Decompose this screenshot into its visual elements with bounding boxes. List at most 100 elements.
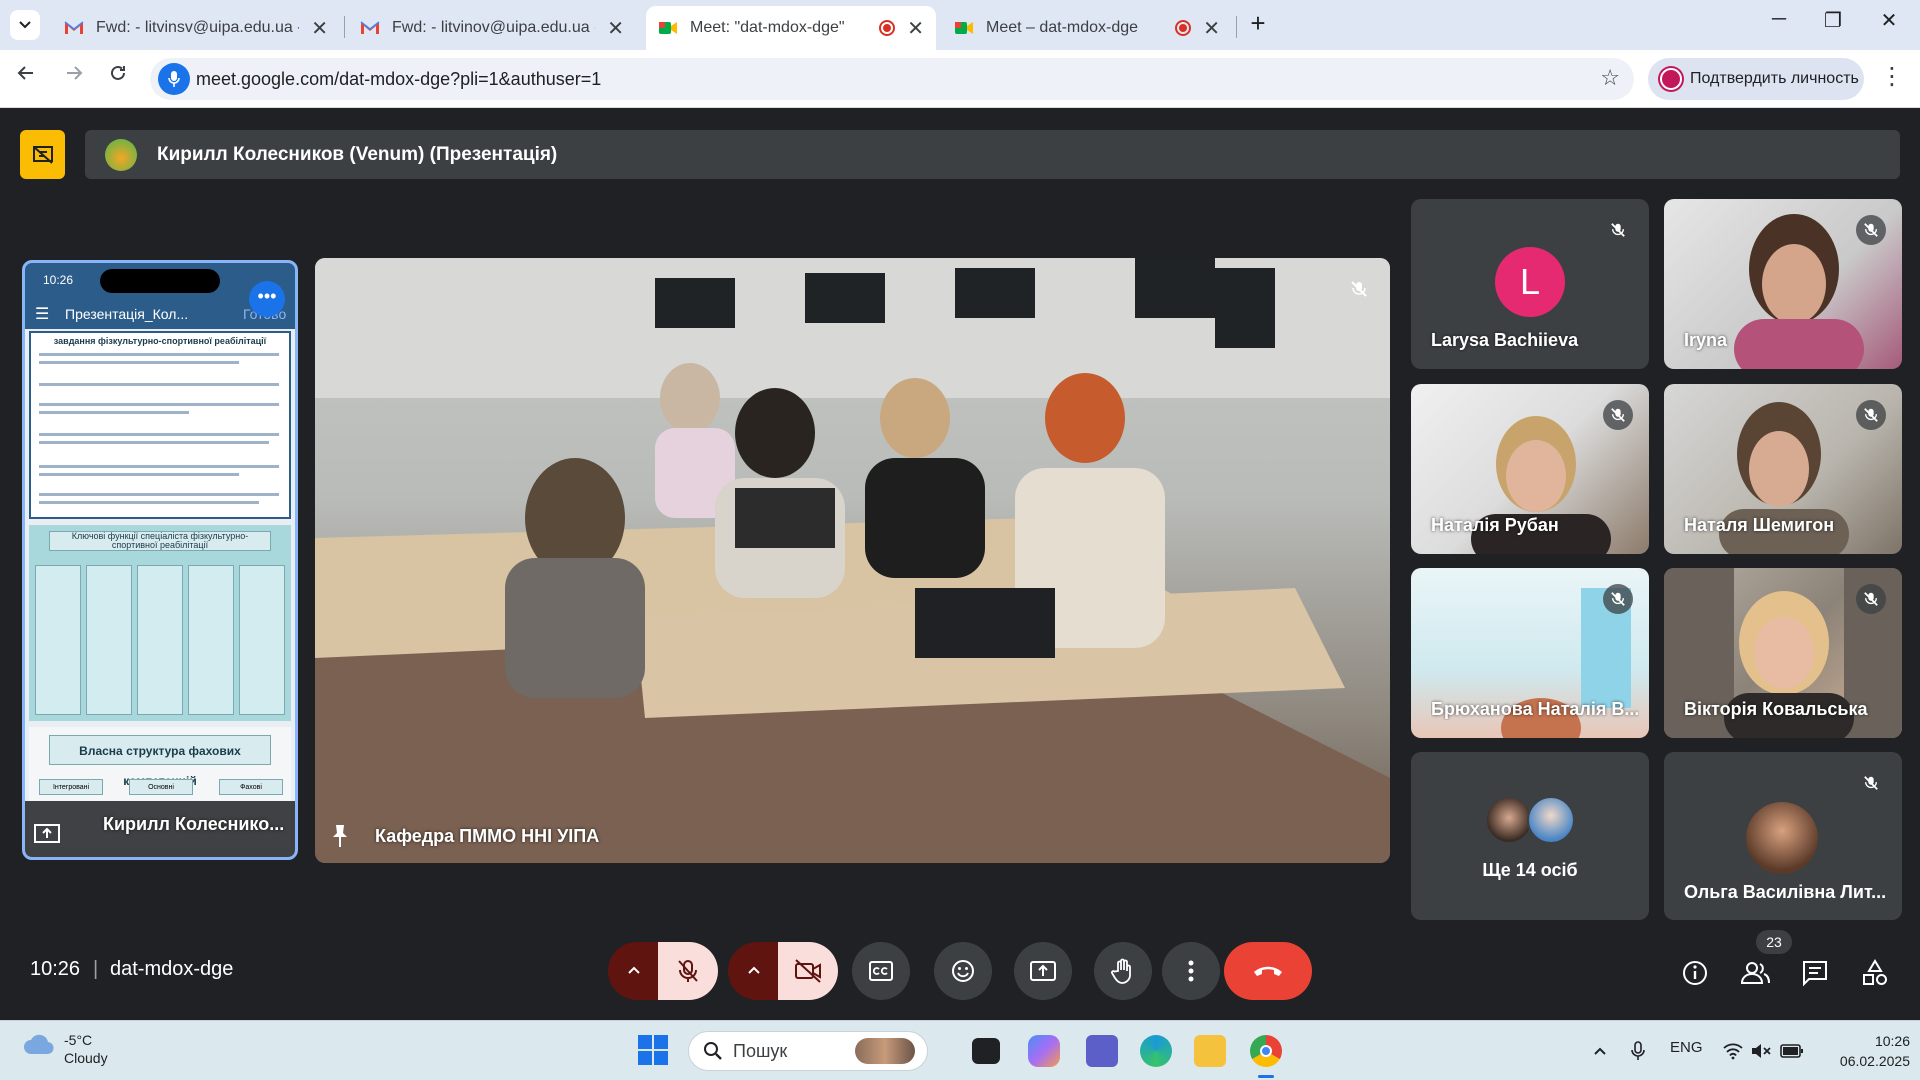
gmail-icon [64, 21, 84, 34]
minimize-button[interactable]: ─ [1756, 8, 1802, 31]
slide-1: завдання фізкультурно-спортивної реабілі… [29, 331, 291, 519]
meeting-code: dat-mdox-dge [110, 958, 234, 980]
language-indicator[interactable]: ENG [1670, 1039, 1703, 1056]
mic-off-icon [678, 960, 698, 982]
people-button[interactable] [1737, 955, 1773, 991]
browser-menu-icon[interactable]: ⋮ [1880, 62, 1904, 91]
meeting-details-button[interactable] [1677, 955, 1713, 991]
forward-button[interactable] [56, 62, 92, 90]
mic-off-icon [1856, 768, 1886, 798]
captions-button[interactable] [852, 942, 910, 1000]
tab-meet-active[interactable]: Meet: "dat-mdox-dge" ✕ [646, 6, 936, 50]
back-button[interactable] [8, 62, 44, 90]
tab-title: Fwd: - litvinov@uipa.edu.ua - П [392, 19, 596, 36]
chevron-up-icon[interactable] [1592, 1043, 1608, 1059]
site-info-button[interactable] [158, 63, 190, 95]
slide-1-heading: завдання фізкультурно-спортивної реабілі… [53, 336, 267, 346]
participant-tile-natalia-shemyhon[interactable]: Наталя Шемигон [1664, 384, 1902, 554]
wifi-icon[interactable] [1722, 1042, 1744, 1060]
audio-options-button[interactable] [608, 942, 660, 1000]
activities-button[interactable] [1857, 955, 1893, 991]
reactions-button[interactable] [934, 942, 992, 1000]
close-tab-icon[interactable]: ✕ [907, 16, 924, 41]
microphone-toggle-button[interactable] [658, 942, 718, 1000]
taskbar-search[interactable]: Пошук [688, 1031, 928, 1071]
leave-call-button[interactable] [1224, 942, 1312, 1000]
reload-button[interactable] [100, 62, 136, 90]
chevron-up-icon [628, 966, 640, 974]
microphone-icon[interactable] [1630, 1041, 1646, 1061]
text-line [39, 403, 279, 406]
raise-hand-button[interactable] [1094, 942, 1152, 1000]
function-column [137, 565, 183, 715]
people-icon [1740, 962, 1770, 984]
participant-tile-larysa[interactable]: L Larysa Bachiieva [1411, 199, 1649, 369]
edge-icon[interactable] [1140, 1035, 1172, 1067]
close-window-button[interactable]: ✕ [1866, 8, 1912, 33]
chrome-icon-center [1260, 1045, 1272, 1057]
close-tab-icon[interactable]: ✕ [311, 16, 328, 41]
search-highlight-image [855, 1038, 915, 1064]
participant-tile-bryukhanova[interactable]: Брюханова Наталія В... [1411, 568, 1649, 738]
windows-start-icon[interactable] [638, 1035, 668, 1065]
copilot-icon[interactable] [1028, 1035, 1060, 1067]
address-bar[interactable]: meet.google.com/dat-mdox-dge?pli=1&authu… [150, 58, 1634, 100]
task-view-icon[interactable] [972, 1038, 1000, 1064]
system-clock[interactable]: 10:26 06.02.2025 [1818, 1031, 1910, 1071]
recording-indicator-icon [879, 20, 896, 36]
hand-icon [1111, 958, 1131, 984]
tab-search-button[interactable] [10, 10, 40, 40]
text-line [39, 441, 269, 444]
active-app-indicator [1258, 1075, 1274, 1078]
stop-presenting-button[interactable] [20, 130, 65, 179]
verify-identity-button[interactable]: Подтвердить личность [1648, 58, 1864, 100]
more-options-icon[interactable]: ••• [249, 281, 285, 317]
participant-tile-olha[interactable]: Ольга Василівна Лит... [1664, 752, 1902, 920]
browser-tab-strip: Fwd: - litvinsv@uipa.edu.ua - пс ✕ Fwd: … [0, 0, 1920, 50]
participant-tile-natalia-ruban[interactable]: Наталія Рубан [1411, 384, 1649, 554]
maximize-button[interactable]: ❐ [1810, 8, 1856, 33]
new-tab-button[interactable]: + [1244, 8, 1272, 39]
tab-gmail-1[interactable]: Fwd: - litvinsv@uipa.edu.ua - пс ✕ [52, 6, 340, 50]
cloud-icon [24, 1034, 54, 1055]
tab-gmail-2[interactable]: Fwd: - litvinov@uipa.edu.ua - П ✕ [348, 6, 636, 50]
bookmark-star-icon[interactable]: ☆ [1600, 65, 1620, 91]
speaker-muted-icon[interactable] [1750, 1042, 1772, 1060]
text-line [39, 465, 279, 468]
vertical-dots-icon [1188, 960, 1194, 982]
participant-tile-viktoriia[interactable]: Вікторія Ковальська [1664, 568, 1902, 738]
participant-name: Брюханова Наталія В... [1431, 699, 1639, 719]
closed-captions-icon [869, 961, 893, 981]
participant-avatar [1746, 802, 1818, 874]
presentation-tile[interactable]: 10:26 ☰ Презентація_Кол... Готово ••• за… [22, 260, 298, 860]
mic-off-icon [1856, 215, 1886, 245]
browser-toolbar: meet.google.com/dat-mdox-dge?pli=1&authu… [0, 50, 1920, 108]
classroom-video-feed [315, 258, 1390, 863]
tab-meet-2[interactable]: Meet – dat-mdox-dge ✕ [942, 6, 1232, 50]
chrome-icon[interactable] [1250, 1035, 1282, 1067]
search-placeholder: Пошук [733, 1040, 788, 1061]
video-options-button[interactable] [728, 942, 780, 1000]
tile-footer: Кирилл Колеснико... [25, 801, 295, 857]
pin-icon[interactable] [329, 823, 351, 849]
microphone-icon [168, 71, 180, 87]
present-now-button[interactable] [1014, 942, 1072, 1000]
participant-name: Larysa Bachiieva [1431, 330, 1579, 350]
close-tab-icon[interactable]: ✕ [1203, 16, 1220, 41]
more-options-button[interactable] [1162, 942, 1220, 1000]
participant-tile-iryna[interactable]: Iryna [1664, 199, 1902, 369]
teams-icon[interactable] [1086, 1035, 1118, 1067]
close-tab-icon[interactable]: ✕ [607, 16, 624, 41]
google-meet-icon [659, 22, 677, 34]
tab-title: Meet: "dat-mdox-dge" [690, 19, 845, 36]
main-video-tile[interactable]: Кафедра ПММО ННІ УІПА [315, 258, 1390, 863]
battery-icon[interactable] [1780, 1044, 1804, 1058]
document-title: Презентація_Кол... [65, 306, 189, 322]
text-line [39, 383, 279, 386]
mic-off-icon [1603, 584, 1633, 614]
more-participants-tile[interactable]: Ще 14 осіб [1411, 752, 1649, 920]
file-explorer-icon[interactable] [1194, 1035, 1226, 1067]
weather-widget[interactable]: -5°C Cloudy [64, 1031, 108, 1067]
camera-toggle-button[interactable] [778, 942, 838, 1000]
chat-button[interactable] [1797, 955, 1833, 991]
